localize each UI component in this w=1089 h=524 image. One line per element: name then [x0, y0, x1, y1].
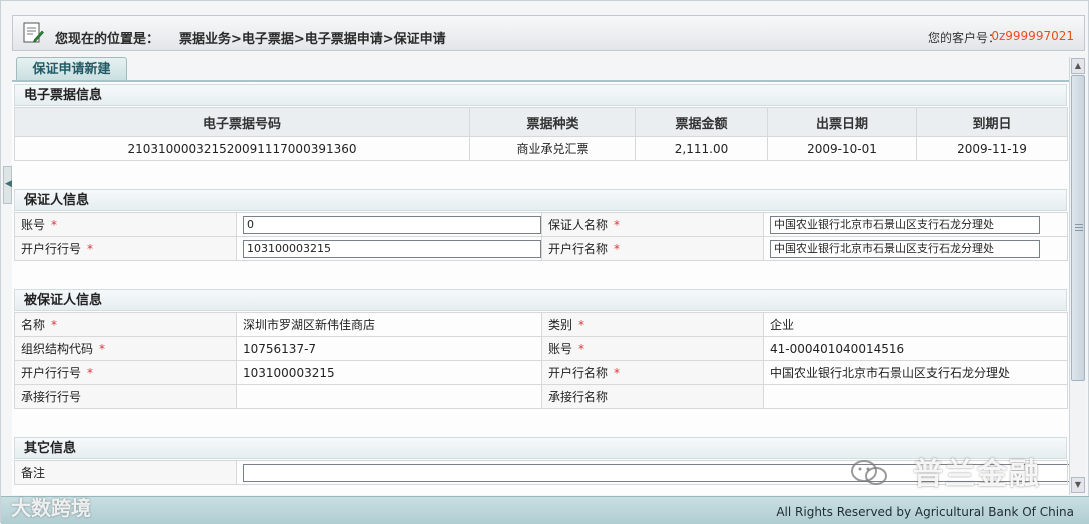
guarantor-account-input[interactable]: 0 [243, 215, 541, 234]
watermark-left: 大数跨境 [11, 496, 91, 520]
tab-guarantee-new[interactable]: 保证申请新建 [16, 57, 127, 81]
guarantor-info-table: 账号 * 0 保证人名称 * 中国农业银行北京市石景山区支行石龙分理处 开户行行号 *… [14, 212, 1068, 261]
copyright-text: All Rights Reserved by Agricultural Bank… [776, 505, 1074, 519]
field-label: 组织结构代码 * [14, 336, 237, 361]
scrollbar-thumb[interactable] [1071, 75, 1085, 381]
form-row: 组织结构代码 * 10756137-7 账号 * 41-00040104001451… [14, 336, 1068, 361]
bill-amount: 2,111.00 [635, 136, 768, 161]
wechat-logo-icon [851, 460, 887, 485]
field-label: 开户行名称 * [541, 236, 764, 261]
location-prefix: 您现在的位置是： [55, 32, 160, 47]
vertical-scrollbar[interactable]: ▲ ▼ [1069, 57, 1085, 495]
issue-date: 2009-10-01 [767, 136, 917, 161]
due-date: 2009-11-19 [916, 136, 1068, 161]
guaranteed-account: 41-000401040014516 [763, 336, 1068, 361]
col-bill-type: 票据种类 [469, 107, 636, 137]
guaranteed-name: 深圳市罗湖区新伟佳商店 [236, 312, 542, 337]
remark-label: 备注 [14, 460, 237, 485]
guarantor-bank-name-input[interactable]: 中国农业银行北京市石景山区支行石龙分理处 [770, 239, 1040, 258]
bank-no-cell: 103100003215 [236, 236, 542, 261]
watermark-right: 普兰金融 [913, 457, 1041, 492]
field-label: 保证人名称 * [541, 212, 764, 237]
form-row: 备注 [14, 460, 1069, 485]
col-bill-number: 电子票据号码 [14, 107, 470, 137]
acceptor-no-value [236, 384, 542, 409]
field-label: 类别 * [541, 312, 764, 337]
col-bill-amount: 票据金额 [635, 107, 768, 137]
form-row: 账号 * 0 保证人名称 * 中国农业银行北京市石景山区支行石龙分理处 [14, 212, 1068, 237]
chevron-left-icon: ◀ [5, 179, 12, 189]
grip-line [1075, 224, 1083, 225]
acceptor-name-label: 承接行名称 [541, 384, 764, 409]
guaranteed-type: 企业 [763, 312, 1068, 337]
guarantor-name-input[interactable]: 中国农业银行北京市石景山区支行石龙分理处 [770, 215, 1040, 234]
table-row: 210310000321520091117000391360 商业承兑汇票 2,… [14, 136, 1068, 161]
form-row: 开户行行号 * 103100003215 开户行名称 * 中国农业银行北京市石景山区… [14, 236, 1068, 261]
guarantor-info-title: 保证人信息 [14, 189, 1067, 211]
breadcrumb: 票据业务>电子票据>电子票据申请>保证申请 [179, 32, 446, 47]
guaranteed-org-code: 10756137-7 [236, 336, 542, 361]
bill-info-table: 电子票据号码 票据种类 票据金额 出票日期 到期日 21031000032152… [14, 107, 1068, 161]
table-header-row: 电子票据号码 票据种类 票据金额 出票日期 到期日 [14, 107, 1068, 137]
guaranteed-info-table: 名称 * 深圳市罗湖区新伟佳商店 类别 * 企业 组织结构代码 * 10756137-… [14, 312, 1068, 409]
guaranteed-bank-name: 中国农业银行北京市石景山区支行石龙分理处 [763, 360, 1068, 385]
guaranteed-bank-no: 103100003215 [236, 360, 542, 385]
document-edit-icon [23, 22, 44, 43]
bank-name-cell: 中国农业银行北京市石景山区支行石龙分理处 [763, 236, 1068, 261]
acceptor-name-value [763, 384, 1068, 409]
location-header: 您现在的位置是： 票据业务>电子票据>电子票据申请>保证申请 您的客户号： 0z… [12, 15, 1085, 51]
grip-line [1075, 230, 1083, 231]
other-info-title: 其它信息 [14, 437, 1067, 459]
field-label: 账号 * [541, 336, 764, 361]
col-issue-date: 出票日期 [767, 107, 917, 137]
acceptor-no-label: 承接行行号 [14, 384, 237, 409]
other-info-table: 备注 [14, 460, 1069, 485]
field-label: 开户行行号 * [14, 360, 237, 385]
collapse-sidebar-handle[interactable]: ◀ [3, 166, 12, 204]
guarantor-bank-no-input[interactable]: 103100003215 [243, 239, 541, 258]
col-due-date: 到期日 [916, 107, 1068, 137]
grip-line [1075, 227, 1083, 228]
app-window: 您现在的位置是： 票据业务>电子票据>电子票据申请>保证申请 您的客户号： 0z… [0, 0, 1089, 524]
bill-type: 商业承兑汇票 [469, 136, 636, 161]
scroll-down-arrow-icon[interactable]: ▼ [1071, 477, 1085, 493]
customer-number-label: 您的客户号： [927, 31, 1000, 45]
field-label: 名称 * [14, 312, 237, 337]
account-cell: 0 [236, 212, 542, 237]
form-row: 名称 * 深圳市罗湖区新伟佳商店 类别 * 企业 [14, 312, 1068, 337]
footer: All Rights Reserved by Agricultural Bank… [1, 496, 1089, 524]
main-content: 电子票据信息 电子票据号码 票据种类 票据金额 出票日期 到期日 2103100… [12, 80, 1069, 495]
bill-info-title: 电子票据信息 [14, 84, 1067, 106]
customer-number: 0z999997021 [991, 29, 1074, 43]
bill-number: 210310000321520091117000391360 [14, 136, 470, 161]
field-label: 开户行名称 * [541, 360, 764, 385]
field-label: 开户行行号 * [14, 236, 237, 261]
name-cell: 中国农业银行北京市石景山区支行石龙分理处 [763, 212, 1068, 237]
field-label: 账号 * [14, 212, 237, 237]
guaranteed-info-title: 被保证人信息 [14, 289, 1067, 311]
scroll-up-arrow-icon[interactable]: ▲ [1071, 58, 1085, 74]
form-row: 开户行行号 * 103100003215 开户行名称 * 中国农业银行北京市石景山区… [14, 360, 1068, 385]
form-row: 承接行行号 承接行名称 [14, 384, 1068, 409]
